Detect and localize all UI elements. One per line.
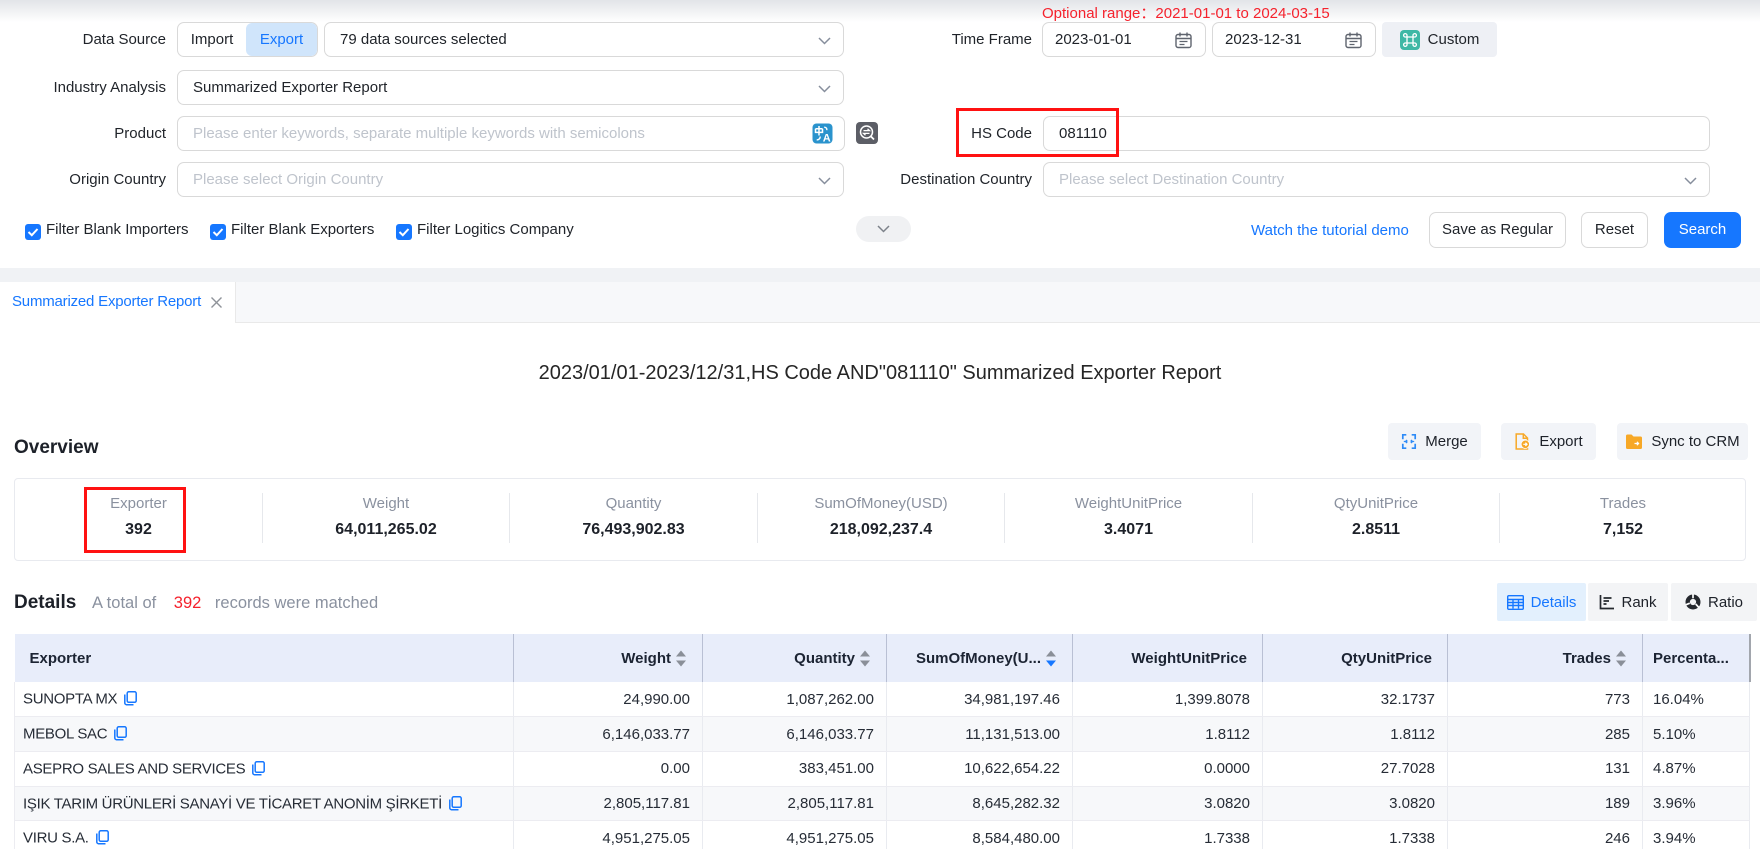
svg-text:A: A (823, 132, 831, 144)
